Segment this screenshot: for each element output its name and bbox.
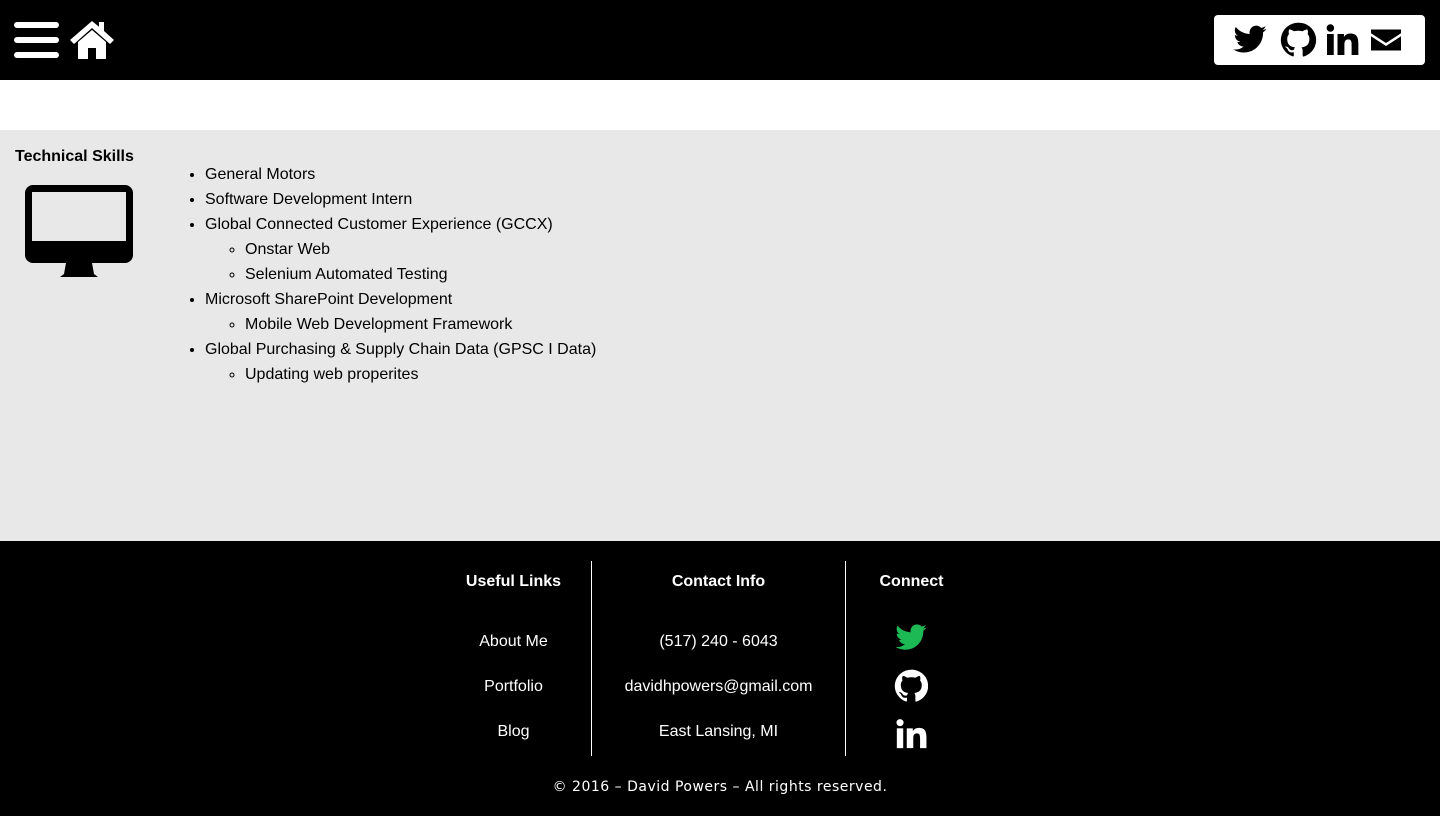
site-footer: Useful Links About Me Portfolio Blog Con… [0, 541, 1440, 816]
skills-list: General Motors Software Development Inte… [205, 162, 596, 387]
header-linkedin-link[interactable] [1322, 22, 1362, 58]
home-button[interactable] [68, 18, 116, 60]
contact-info-column: Contact Info (517) 240 - 6043 davidhpowe… [591, 561, 845, 756]
home-icon [70, 21, 114, 59]
list-item: Global Connected Customer Experience (GC… [205, 212, 596, 287]
blog-link[interactable]: Blog [497, 723, 529, 740]
sub-list: Onstar Web Selenium Automated Testing [205, 237, 596, 287]
connect-heading: Connect [879, 573, 944, 590]
envelope-icon [1371, 29, 1401, 51]
email-link[interactable]: davidhpowers@gmail.com [625, 678, 813, 695]
header-spacer [0, 80, 1440, 130]
desktop-monitor-icon [25, 185, 133, 277]
sub-list: Mobile Web Development Framework [205, 312, 596, 337]
list-item: Global Purchasing & Supply Chain Data (G… [205, 337, 596, 387]
linkedin-icon [896, 719, 927, 749]
list-item: Software Development Intern [205, 187, 596, 212]
section-heading: Technical Skills [15, 148, 134, 165]
list-item-label: Microsoft SharePoint Development [205, 291, 453, 308]
header-email-link[interactable] [1366, 22, 1406, 58]
list-item-label: Global Purchasing & Supply Chain Data (G… [205, 341, 597, 358]
footer-github-link[interactable] [894, 669, 929, 703]
list-item: Updating web properites [245, 362, 596, 387]
contact-info-heading: Contact Info [671, 573, 766, 590]
menu-button[interactable] [14, 20, 59, 60]
footer-linkedin-link[interactable] [894, 717, 928, 751]
twitter-icon [1233, 25, 1267, 53]
location-text: East Lansing, MI [658, 723, 779, 740]
list-item-label: Global Connected Customer Experience (GC… [205, 216, 553, 233]
header-twitter-link[interactable] [1230, 22, 1270, 58]
phone-number: (517) 240 - 6043 [659, 633, 778, 650]
sub-list: Updating web properites [205, 362, 596, 387]
hamburger-menu-icon [14, 22, 59, 58]
footer-twitter-link[interactable] [894, 621, 928, 655]
connect-column: Connect [845, 561, 977, 756]
useful-links-heading: Useful Links [465, 573, 562, 590]
header-github-link[interactable] [1278, 22, 1318, 58]
list-item: Mobile Web Development Framework [245, 312, 596, 337]
useful-links-column: Useful Links About Me Portfolio Blog [436, 561, 591, 756]
list-item: General Motors [205, 162, 596, 187]
list-item: Microsoft SharePoint Development Mobile … [205, 287, 596, 337]
copyright-text: © 2016 – David Powers – All rights reser… [552, 779, 888, 795]
top-navigation-bar [0, 0, 1440, 80]
list-item: Selenium Automated Testing [245, 262, 596, 287]
github-icon [894, 669, 929, 702]
twitter-icon [895, 624, 927, 650]
social-links-box [1214, 15, 1425, 65]
github-icon [1280, 22, 1317, 57]
list-item: Onstar Web [245, 237, 596, 262]
technical-skills-section: Technical Skills General Motors Software… [0, 130, 1440, 541]
linkedin-icon [1326, 24, 1359, 55]
portfolio-link[interactable]: Portfolio [484, 678, 543, 695]
about-me-link[interactable]: About Me [479, 633, 547, 650]
